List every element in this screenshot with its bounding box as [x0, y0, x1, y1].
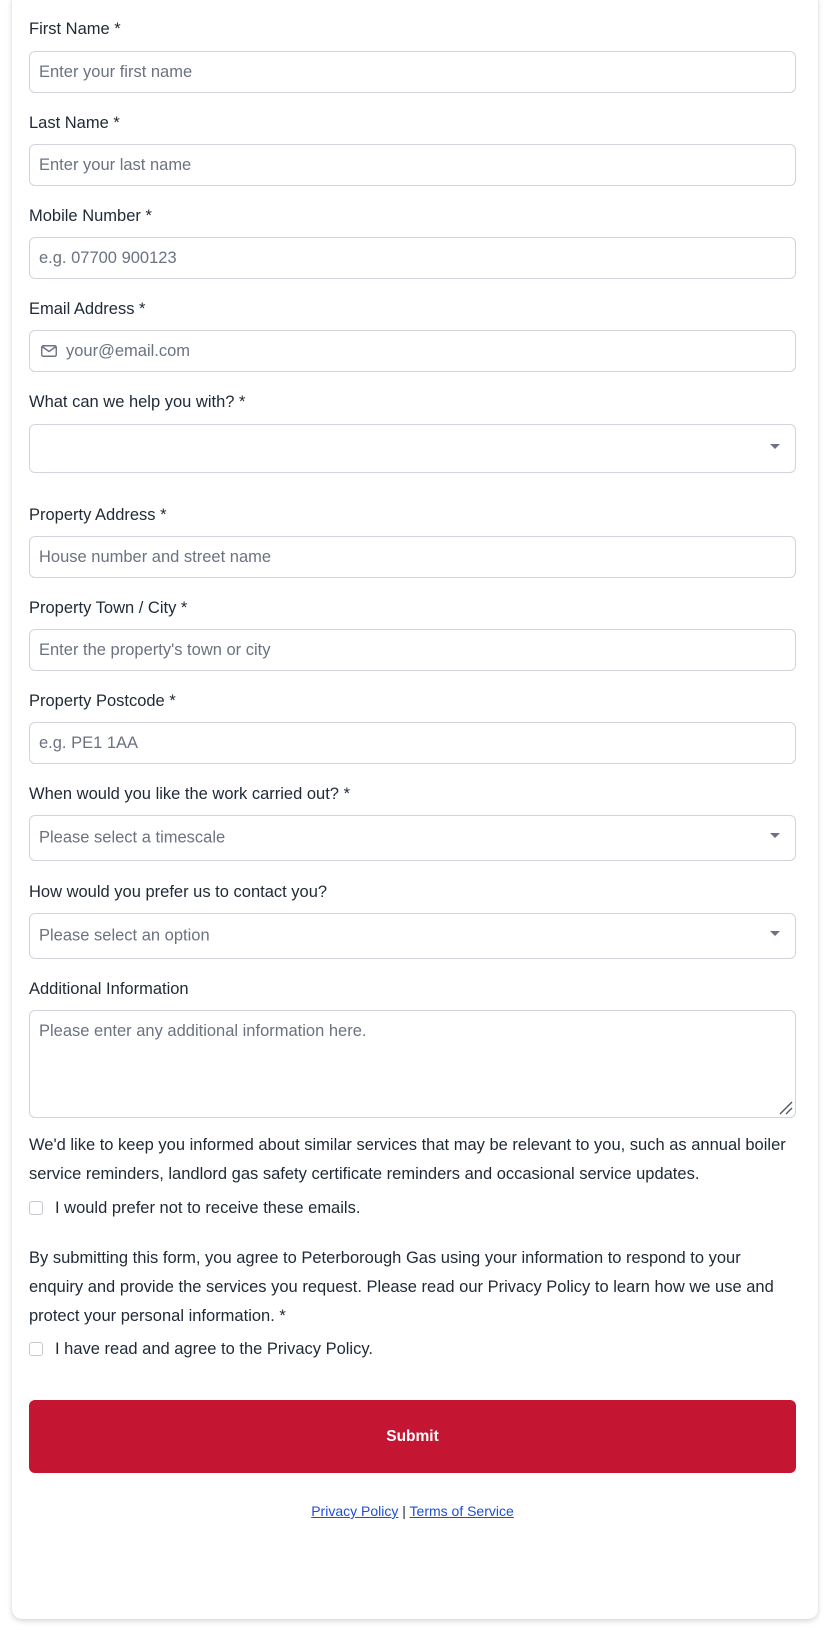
- privacy-agree-checkbox[interactable]: [29, 1342, 43, 1356]
- marketing-opt-out-label[interactable]: I would prefer not to receive these emai…: [55, 1198, 360, 1218]
- town-label: Property Town / City *: [29, 599, 188, 617]
- chevron-down-icon: [770, 833, 780, 838]
- resize-handle-icon[interactable]: [777, 1099, 793, 1115]
- privacy-notice-text: By submitting this form, you agree to Pe…: [29, 1249, 774, 1325]
- timescale-label: When would you like the work carried out…: [29, 785, 350, 803]
- postcode-label: Property Postcode *: [29, 692, 176, 710]
- email-label: Email Address *: [29, 300, 146, 318]
- mail-icon: [41, 345, 57, 357]
- privacy-policy-link[interactable]: Privacy Policy: [311, 1503, 398, 1519]
- footer-links: Privacy Policy | Terms of Service: [29, 1503, 796, 1519]
- submit-button[interactable]: Submit: [29, 1400, 796, 1473]
- timescale-select[interactable]: Please select a timescale: [29, 815, 796, 861]
- contact-pref-label: How would you prefer us to contact you?: [29, 883, 328, 901]
- last-name-input[interactable]: [29, 144, 796, 186]
- help-with-select[interactable]: [29, 424, 796, 473]
- help-with-label: What can we help you with? *: [29, 393, 246, 411]
- mobile-input[interactable]: [29, 237, 796, 279]
- additional-textarea[interactable]: Please enter any additional information …: [29, 1010, 796, 1118]
- chevron-down-icon: [770, 443, 780, 449]
- chevron-down-icon: [770, 931, 780, 936]
- marketing-opt-out-checkbox[interactable]: [29, 1201, 43, 1215]
- first-name-input[interactable]: [29, 51, 796, 93]
- contact-pref-value: Please select an option: [39, 926, 210, 945]
- last-name-label: Last Name *: [29, 114, 120, 132]
- additional-placeholder: Please enter any additional information …: [39, 1022, 367, 1040]
- address-label: Property Address *: [29, 506, 167, 524]
- contact-pref-select[interactable]: Please select an option: [29, 913, 796, 959]
- address-input[interactable]: [29, 536, 796, 578]
- postcode-input[interactable]: [29, 722, 796, 764]
- terms-of-service-link[interactable]: Terms of Service: [410, 1503, 514, 1519]
- marketing-consent-text: We'd like to keep you informed about sim…: [29, 1136, 786, 1183]
- additional-label: Additional Information: [29, 980, 189, 998]
- first-name-label: First Name *: [29, 20, 121, 38]
- footer-separator: |: [402, 1503, 406, 1519]
- privacy-agree-label[interactable]: I have read and agree to the Privacy Pol…: [55, 1339, 373, 1359]
- mobile-label: Mobile Number *: [29, 207, 152, 225]
- town-input[interactable]: [29, 629, 796, 671]
- email-input[interactable]: [29, 330, 796, 372]
- timescale-value: Please select a timescale: [39, 828, 226, 847]
